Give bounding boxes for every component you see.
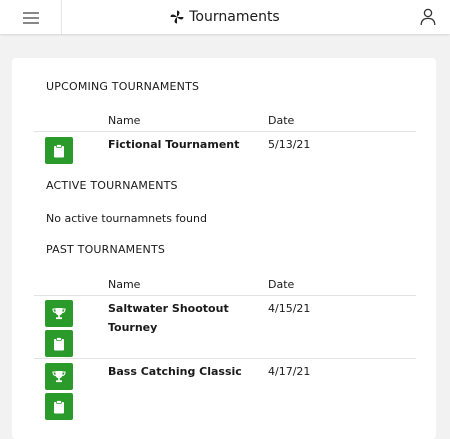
tournament-date: 4/17/21 bbox=[268, 365, 311, 378]
results-button[interactable] bbox=[45, 300, 73, 327]
tournament-name: Fictional Tournament bbox=[108, 138, 240, 151]
tournaments-card: UPCOMING TOURNAMENTS Name Date Fictional… bbox=[12, 58, 436, 439]
clipboard-icon bbox=[54, 336, 64, 350]
upcoming-col-date: Date bbox=[268, 114, 295, 127]
clipboard-icon bbox=[54, 143, 64, 157]
tournament-name-line2: Tourney bbox=[108, 321, 158, 334]
top-bar: Tournaments bbox=[0, 0, 450, 34]
past-col-name: Name bbox=[108, 278, 141, 291]
view-details-button[interactable] bbox=[45, 137, 73, 164]
upcoming-heading: UPCOMING TOURNAMENTS bbox=[46, 80, 200, 93]
row-divider bbox=[34, 358, 416, 359]
active-empty-message: No active tournamnets found bbox=[46, 212, 207, 225]
tournament-name-line1: Saltwater Shootout bbox=[108, 302, 229, 315]
tournament-date: 4/15/21 bbox=[268, 302, 311, 315]
view-details-button[interactable] bbox=[45, 330, 73, 357]
past-heading: PAST TOURNAMENTS bbox=[46, 243, 166, 256]
trophy-icon bbox=[52, 371, 66, 383]
user-button[interactable] bbox=[420, 8, 436, 26]
tournament-name: Bass Catching Classic bbox=[108, 365, 242, 378]
past-header-divider bbox=[34, 295, 416, 296]
user-icon bbox=[420, 8, 436, 26]
menu-button[interactable] bbox=[0, 0, 62, 34]
page-title: Tournaments bbox=[189, 9, 280, 25]
tournament-date: 5/13/21 bbox=[268, 138, 311, 151]
trophy-icon bbox=[52, 308, 66, 320]
title-wrap: Tournaments bbox=[0, 0, 450, 34]
view-details-button[interactable] bbox=[45, 393, 73, 420]
past-col-date: Date bbox=[268, 278, 295, 291]
active-heading: ACTIVE TOURNAMENTS bbox=[46, 179, 178, 192]
hamburger-menu-icon bbox=[22, 11, 39, 24]
clipboard-icon bbox=[54, 399, 64, 413]
pinwheel-icon bbox=[170, 10, 184, 24]
upcoming-header-divider bbox=[34, 131, 416, 132]
results-button[interactable] bbox=[45, 363, 73, 390]
upcoming-col-name: Name bbox=[108, 114, 141, 127]
